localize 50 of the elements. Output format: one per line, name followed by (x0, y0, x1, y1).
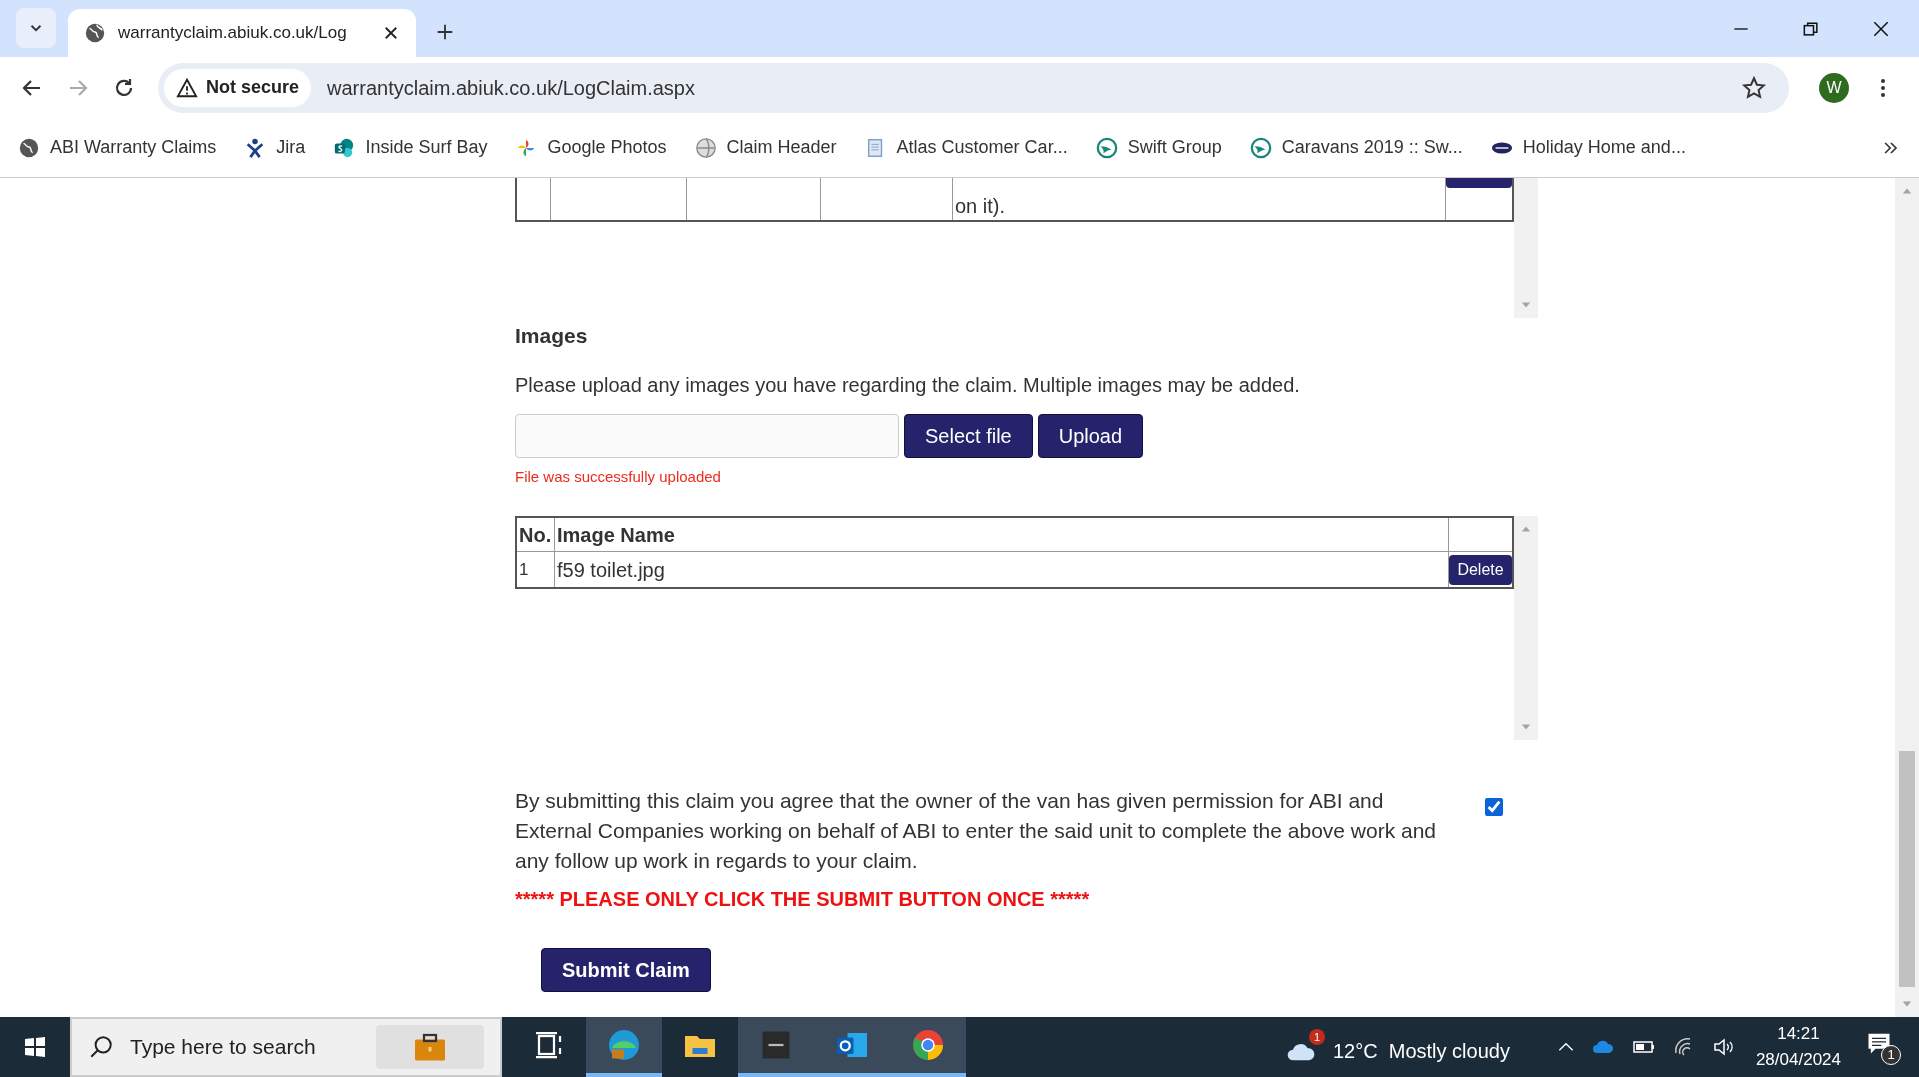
notification-badge: 1 (1308, 1029, 1325, 1045)
table-cell-text: 1 (519, 558, 529, 581)
profile-avatar[interactable]: W (1819, 72, 1849, 103)
button-edge (1446, 178, 1512, 188)
sharepoint-icon (333, 136, 356, 159)
column-header: Image Name (557, 522, 675, 548)
chrome-icon[interactable] (910, 1027, 946, 1063)
weather-widget[interactable]: 1 12°C Mostly cloudy (1280, 1027, 1516, 1067)
select-file-button[interactable]: Select file (904, 413, 1033, 458)
consent-text: By submitting this claim you agree that the owner of the van has given permission for ABI and External Companies working on behalf of ABI to enter the said unit to complete the above work and any follow up work in regards to your claim. (515, 788, 1438, 874)
upload-button[interactable]: Upload (1037, 413, 1144, 458)
bookmark-item[interactable]: Holiday Home and... (1490, 134, 1686, 161)
scrollbar[interactable] (1514, 178, 1538, 318)
bookmark-item[interactable]: Swift Group (1095, 134, 1222, 161)
bookmark-item[interactable]: Claim Header (694, 134, 837, 161)
table-cell: on it). (955, 196, 1006, 216)
bookmark-item[interactable]: ABI Warranty Claims (18, 134, 217, 161)
submit-claim-button[interactable]: Submit Claim (541, 948, 711, 992)
column-header: No. (519, 522, 552, 548)
bookmark-item[interactable]: Inside Surf Bay (333, 134, 488, 161)
star-icon[interactable] (1741, 74, 1767, 101)
url-text: warrantyclaim.abiuk.co.uk/LogClaim.aspx (327, 75, 696, 101)
clock[interactable]: 14:21 28/04/2024 (1755, 1021, 1841, 1073)
browser-tab[interactable]: warrantyclaim.abiuk.co.uk/Log (68, 9, 416, 57)
section-heading: Images (515, 323, 589, 349)
table-cell-text: f59 toilet.jpg (557, 557, 665, 583)
address-bar[interactable]: Not secure warrantyclaim.abiuk.co.uk/LogClaim.aspx (158, 62, 1789, 113)
delete-button[interactable]: Delete (1449, 554, 1512, 585)
security-chip[interactable]: Not secure (164, 68, 312, 107)
success-message: File was successfully uploaded (515, 466, 722, 487)
taskbar-search-field[interactable]: Type here to search (70, 1017, 502, 1077)
scrollbar-thumb[interactable] (1899, 751, 1915, 987)
file-name-field[interactable] (515, 413, 899, 458)
edge-browser-icon[interactable] (606, 1027, 642, 1063)
page-scrollbar[interactable] (1895, 178, 1919, 1017)
bookmark-item[interactable]: Google Photos (515, 134, 667, 161)
bookmark-item[interactable]: Caravans 2019 :: Sw... (1249, 134, 1463, 161)
search-icon (88, 1034, 114, 1060)
bookmark-item[interactable]: Jira (244, 134, 306, 161)
consent-checkbox[interactable] (1485, 798, 1503, 816)
instructions-text: Please upload any images you have regarding the claim. Multiple images may be added. (515, 372, 1301, 398)
bookmark-item[interactable]: Atlas Customer Car... (864, 134, 1068, 161)
close-icon[interactable] (1871, 19, 1891, 39)
close-icon[interactable] (382, 24, 400, 42)
restore-icon[interactable] (1801, 19, 1821, 39)
notification-center[interactable]: 1 (1865, 1029, 1901, 1065)
warning-text: ***** PLEASE ONLY CLICK THE SUBMIT BUTTON ONCE ***** (515, 887, 1091, 912)
tab-title: warrantyclaim.abiuk.co.uk/Log (118, 22, 348, 45)
windows-start-icon[interactable] (23, 1035, 47, 1059)
warning-icon (176, 76, 198, 99)
